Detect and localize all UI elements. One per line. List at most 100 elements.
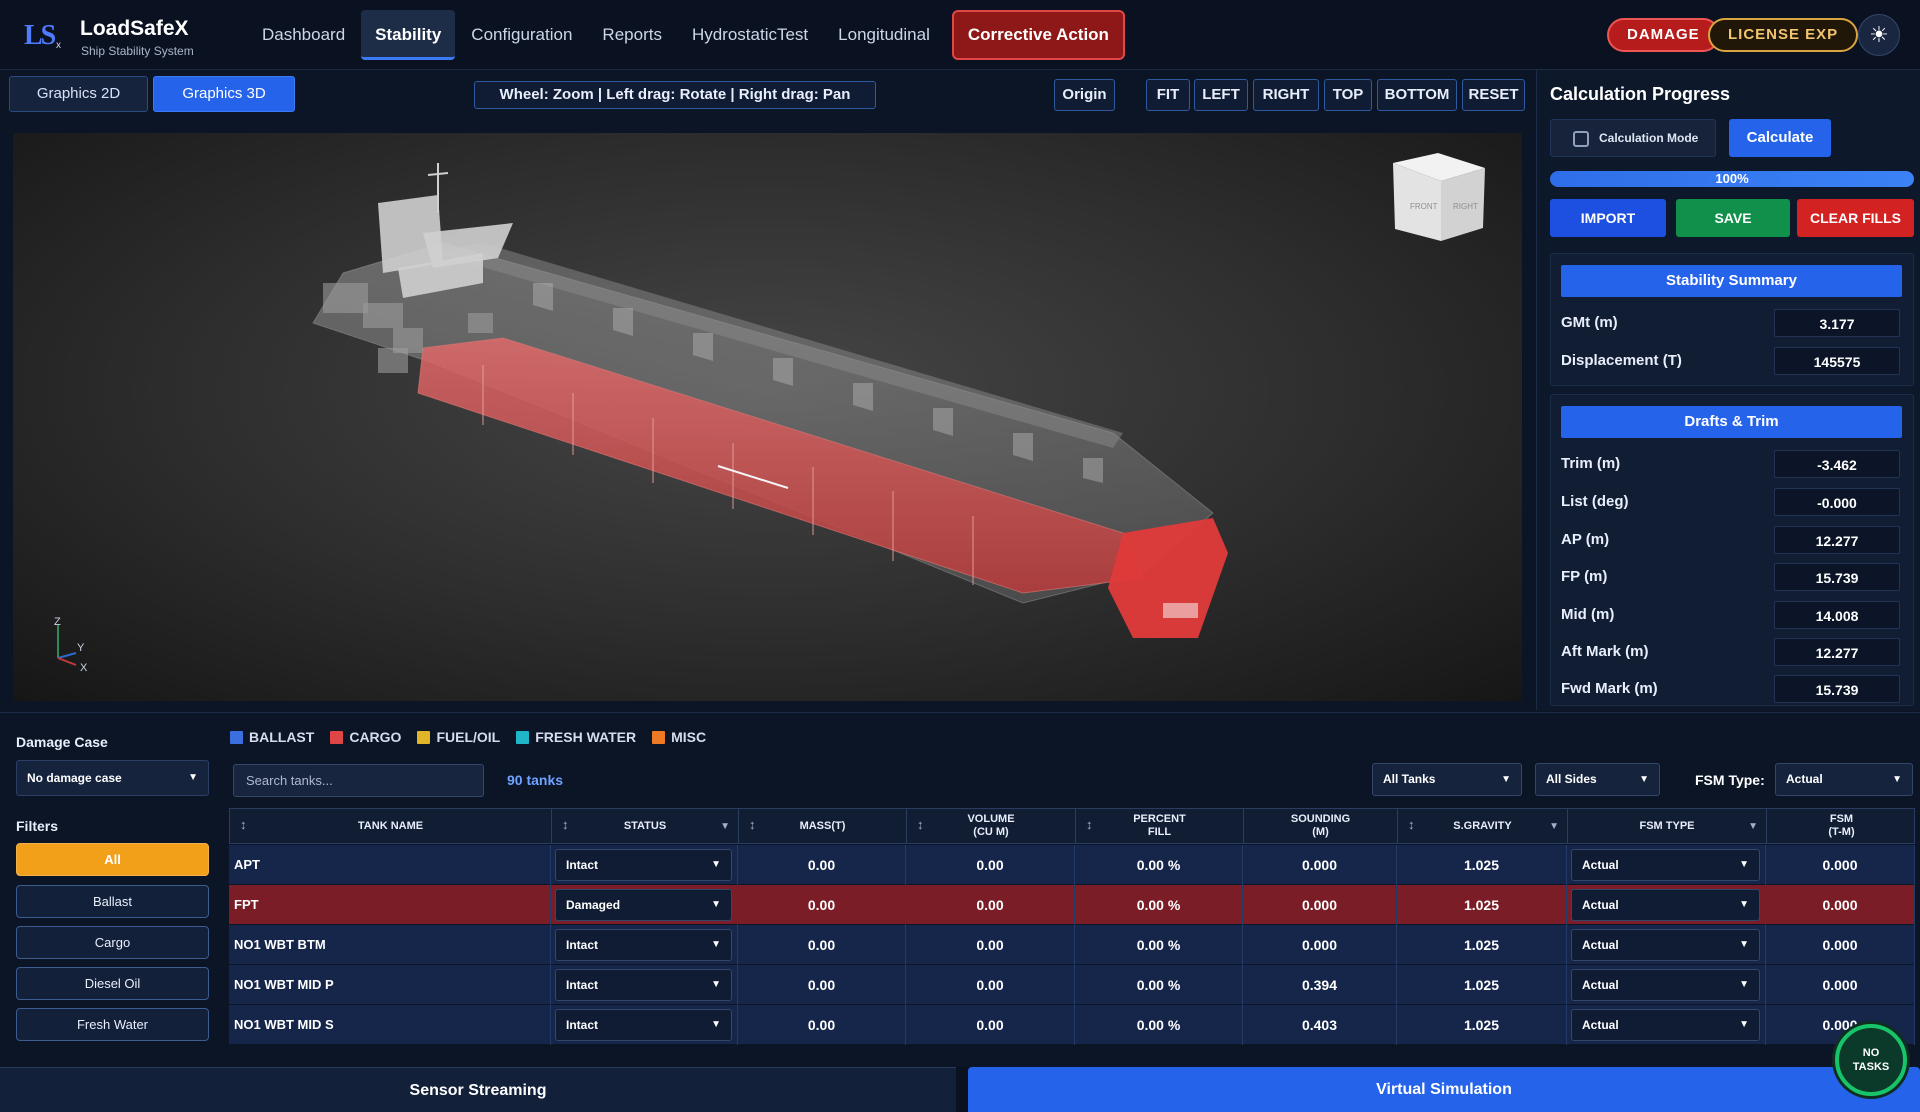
nav-reports[interactable]: Reports [588, 10, 676, 60]
cell-status: Intact ▼ [551, 925, 738, 965]
table-row[interactable]: NO1 WBT MID S Intact ▼ 0.00 0.00 0.00 % 0.403 1… [229, 1005, 1915, 1045]
import-button[interactable]: IMPORT [1550, 199, 1666, 237]
filter-ballast-button[interactable]: Ballast [16, 885, 209, 918]
status-select[interactable]: Intact ▼ [555, 1009, 732, 1041]
view-reset-button[interactable]: RESET [1462, 79, 1525, 111]
app-logo[interactable]: LS x [22, 14, 72, 56]
sort-icon[interactable]: ↕ [1408, 818, 1415, 831]
clear-fills-button[interactable]: CLEAR FILLS [1797, 199, 1914, 237]
cell-sg: 1.025 [1397, 965, 1567, 1005]
summary-value: 3.177 [1774, 309, 1900, 337]
sort-icon[interactable]: ↕ [749, 818, 756, 831]
nav-cube[interactable]: FRONT RIGHT [1393, 153, 1485, 241]
side-filter-select[interactable]: All Sides ▼ [1535, 763, 1660, 796]
nav-longitudinal[interactable]: Longitudinal [824, 10, 944, 60]
select-value: Intact [566, 978, 599, 992]
filter-icon[interactable]: ▼ [720, 820, 730, 833]
3d-viewport[interactable]: FRONT RIGHT Z Y X [13, 133, 1522, 701]
save-button[interactable]: SAVE [1676, 199, 1790, 237]
origin-button[interactable]: Origin [1054, 79, 1115, 111]
corrective-action-button[interactable]: Corrective Action [951, 10, 1125, 60]
filters-label: Filters [16, 818, 59, 834]
view-left-button[interactable]: LEFT [1194, 79, 1248, 111]
fsm-type-row-select[interactable]: Actual ▼ [1571, 849, 1760, 881]
chevron-down-icon: ▼ [188, 772, 198, 783]
filter-cargo-button[interactable]: Cargo [16, 926, 209, 959]
status-select[interactable]: Intact ▼ [555, 969, 732, 1001]
status-select[interactable]: Intact ▼ [555, 929, 732, 961]
nav-dashboard[interactable]: Dashboard [248, 10, 359, 60]
nav-hydrostatic-test[interactable]: HydrostaticTest [678, 10, 822, 60]
col-label: VOLUME (CU M) [967, 813, 1015, 838]
cell-fsm: 0.000 [1766, 925, 1915, 965]
controls-hint: Wheel: Zoom | Left drag: Rotate | Right … [474, 81, 876, 109]
filter-icon[interactable]: ▼ [1748, 820, 1758, 833]
view-fit-button[interactable]: FIT [1146, 79, 1190, 111]
nav-stability[interactable]: Stability [361, 10, 456, 60]
fsm-type-row-select[interactable]: Actual ▼ [1571, 889, 1760, 921]
col-percent-fill[interactable]: ↕ PERCENT FILL [1076, 809, 1244, 843]
summary-label: GMt (m) [1561, 314, 1618, 331]
filter-icon[interactable]: ▼ [1549, 820, 1559, 833]
license-exp-badge[interactable]: LICENSE EXP [1708, 18, 1859, 52]
tab-graphics-2d[interactable]: Graphics 2D [9, 76, 148, 112]
tank-search-input[interactable] [233, 764, 484, 797]
damage-badge[interactable]: DAMAGE [1607, 18, 1720, 52]
filter-fresh-water-button[interactable]: Fresh Water [16, 1008, 209, 1041]
col-fsm[interactable]: FSM (T-M) [1767, 809, 1915, 843]
col-sounding[interactable]: SOUNDING (M) [1244, 809, 1398, 843]
chevron-down-icon: ▼ [1739, 939, 1749, 950]
sort-icon[interactable]: ↕ [917, 818, 924, 831]
view-right-button[interactable]: RIGHT [1253, 79, 1319, 111]
col-tank-name[interactable]: ↕ TANK NAME [230, 809, 552, 843]
status-select[interactable]: Intact ▼ [555, 849, 732, 881]
cell-fill: 0.00 % [1075, 925, 1243, 965]
calculate-button[interactable]: Calculate [1729, 119, 1831, 157]
draft-value: 15.739 [1774, 675, 1900, 703]
col-status[interactable]: ↕ STATUS ▼ [552, 809, 739, 843]
filter-all-button[interactable]: All [16, 843, 209, 876]
col-volume[interactable]: ↕ VOLUME (CU M) [907, 809, 1076, 843]
view-bottom-button[interactable]: BOTTOM [1377, 79, 1457, 111]
nav-configuration[interactable]: Configuration [457, 10, 586, 60]
calc-mode-toggle[interactable]: Calculation Mode [1550, 119, 1716, 157]
no-tasks-indicator[interactable]: NO TASKS [1835, 1024, 1907, 1096]
stability-summary-card: Stability Summary GMt (m) 3.177 Displace… [1550, 253, 1914, 386]
damage-case-select[interactable]: No damage case ▼ [16, 760, 209, 796]
tank-filter-select[interactable]: All Tanks ▼ [1372, 763, 1522, 796]
col-fsm-type[interactable]: FSM TYPE ▼ [1568, 809, 1767, 843]
col-mass[interactable]: ↕ MASS(T) [739, 809, 907, 843]
sort-icon[interactable]: ↕ [562, 818, 569, 831]
table-row[interactable]: NO1 WBT BTM Intact ▼ 0.00 0.00 0.00 % 0.000 1.0… [229, 925, 1915, 965]
table-row[interactable]: NO1 WBT MID P Intact ▼ 0.00 0.00 0.00 % 0.394 1… [229, 965, 1915, 1005]
fsm-type-row-select[interactable]: Actual ▼ [1571, 929, 1760, 961]
cell-name: NO1 WBT MID P [229, 965, 551, 1005]
legend-label: FRESH WATER [535, 729, 637, 745]
sort-icon[interactable]: ↕ [1086, 818, 1093, 831]
table-row[interactable]: FPT Damaged ▼ 0.00 0.00 0.00 % 0.000 1.025 Actua… [229, 885, 1915, 925]
col-s-gravity[interactable]: ↕ S.GRAVITY ▼ [1398, 809, 1568, 843]
filter-diesel-oil-button[interactable]: Diesel Oil [16, 967, 209, 1000]
sun-icon: ☀ [1869, 22, 1889, 47]
tab-graphics-3d[interactable]: Graphics 3D [153, 76, 295, 112]
view-top-button[interactable]: TOP [1324, 79, 1372, 111]
status-select[interactable]: Damaged ▼ [555, 889, 732, 921]
sort-icon[interactable]: ↕ [240, 818, 247, 831]
select-value: Intact [566, 938, 599, 952]
cell-sounding: 0.000 [1243, 845, 1397, 885]
calc-mode-checkbox[interactable] [1573, 131, 1589, 147]
cell-sounding: 0.394 [1243, 965, 1397, 1005]
axis-y-label: Y [77, 642, 85, 654]
calc-progress-title: Calculation Progress [1550, 84, 1731, 104]
fsm-type-row-select[interactable]: Actual ▼ [1571, 969, 1760, 1001]
chevron-down-icon: ▼ [1639, 774, 1649, 785]
theme-toggle-button[interactable]: ☀ [1858, 14, 1900, 56]
fsm-type-select[interactable]: Actual ▼ [1775, 763, 1913, 796]
table-row[interactable]: APT Intact ▼ 0.00 0.00 0.00 % 0.000 1.025 Actual… [229, 845, 1915, 885]
virtual-simulation-button[interactable]: Virtual Simulation [968, 1067, 1920, 1112]
legend-label: CARGO [349, 729, 402, 745]
select-value: Damaged [566, 898, 621, 912]
sensor-streaming-button[interactable]: Sensor Streaming [0, 1067, 956, 1112]
chevron-down-icon: ▼ [1739, 979, 1749, 990]
fsm-type-row-select[interactable]: Actual ▼ [1571, 1009, 1760, 1041]
